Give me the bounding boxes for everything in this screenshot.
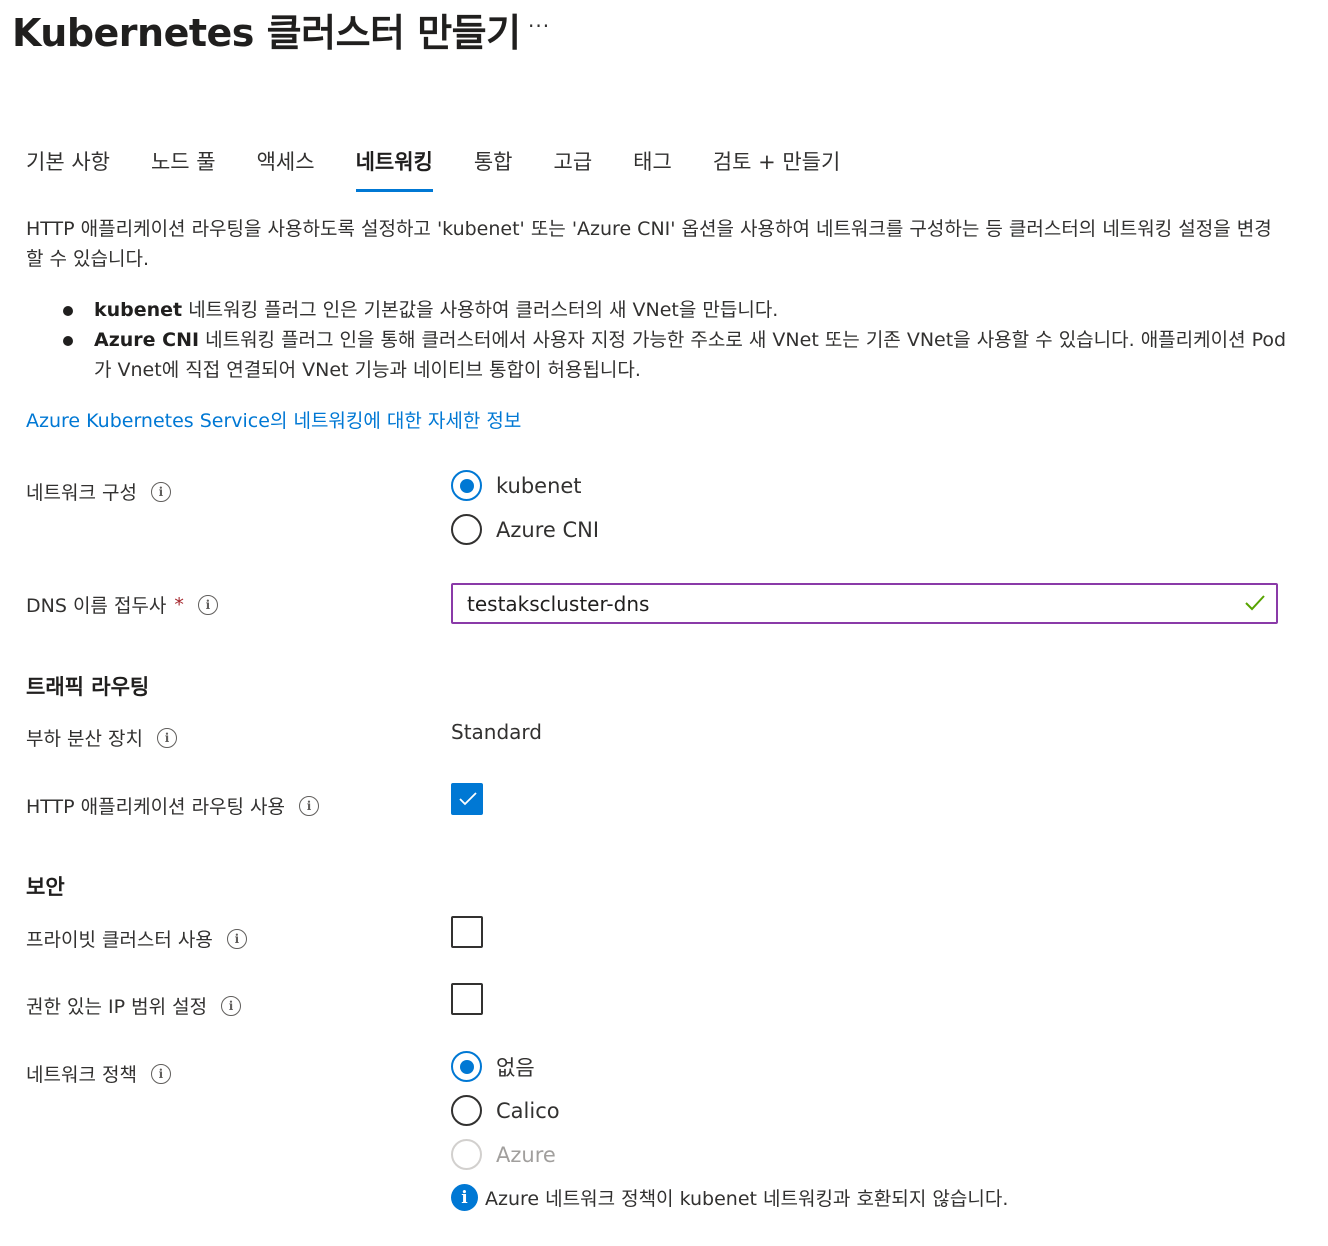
radio-label: Azure CNI [496,517,600,542]
network-config-label: 네트워크 구성 i [26,478,171,505]
bullet-text: 네트워킹 플러그 인은 기본값을 사용하여 클러스터의 새 VNet을 만듭니다… [182,299,779,321]
learn-more-link[interactable]: Azure Kubernetes Service의 네트워킹에 대한 자세한 정… [26,406,521,433]
authorized-ip-label: 권한 있는 IP 범위 설정 i [26,992,242,1019]
notice-text: Azure 네트워크 정책이 kubenet 네트워킹과 호환되지 않습니다. [485,1188,1009,1210]
radio-button[interactable] [451,514,482,545]
tab-bar: 기본 사항 노드 풀 액세스 네트워킹 통합 고급 태그 검토 + 만들기 [26,146,881,192]
network-policy-label-text: 네트워크 정책 [26,1064,137,1086]
dns-prefix-label: DNS 이름 접두사 * i [26,591,218,618]
checkmark-icon [459,792,477,806]
tab-networking[interactable]: 네트워킹 [355,146,434,192]
radio-button[interactable] [451,470,482,501]
radio-label: 없음 [496,1055,535,1080]
private-cluster-label-text: 프라이빗 클러스터 사용 [26,929,213,951]
radio-policy-azure: Azure [451,1139,556,1170]
radio-label: Calico [496,1098,560,1123]
bullet-text: 네트워킹 플러그 인을 통해 클러스터에서 사용자 지정 가능한 주소로 새 V… [94,329,1287,381]
tab-advanced[interactable]: 고급 [554,146,593,192]
network-policy-label: 네트워크 정책 i [26,1060,171,1087]
load-balancer-label: 부하 분산 장치 i [26,724,177,751]
authorized-ip-label-text: 권한 있는 IP 범위 설정 [26,996,208,1018]
network-config-label-text: 네트워크 구성 [26,482,137,504]
radio-button [451,1139,482,1170]
tab-tags[interactable]: 태그 [633,146,672,192]
info-icon[interactable]: i [156,727,177,748]
radio-button[interactable] [451,1095,482,1126]
tab-basics[interactable]: 기본 사항 [26,146,110,192]
radio-label: kubenet [496,473,582,498]
radio-policy-calico[interactable]: Calico [451,1095,560,1126]
more-options-button[interactable]: ··· [528,14,550,38]
radio-label: Azure [496,1142,556,1167]
traffic-routing-heading: 트래픽 라우팅 [26,675,150,699]
http-routing-label: HTTP 애플리케이션 라우팅 사용 i [26,792,320,819]
networking-description: HTTP 애플리케이션 라우팅을 사용하도록 설정하고 'kubenet' 또는… [26,218,1272,270]
radio-azure-cni[interactable]: Azure CNI [451,514,599,545]
radio-kubenet[interactable]: kubenet [451,470,582,501]
tab-review-create[interactable]: 검토 + 만들기 [713,146,841,192]
policy-compat-notice: i Azure 네트워크 정책이 kubenet 네트워킹과 호환되지 않습니다… [451,1184,1008,1211]
radio-button[interactable] [451,1051,482,1082]
page-title: Kubernetes 클러스터 만들기 [12,11,521,55]
private-cluster-label: 프라이빗 클러스터 사용 i [26,925,247,952]
load-balancer-label-text: 부하 분산 장치 [26,728,143,750]
plugin-bullet-list: kubenet 네트워킹 플러그 인은 기본값을 사용하여 클러스터의 새 VN… [58,295,1288,385]
info-icon[interactable]: i [150,1063,171,1084]
info-filled-icon: i [451,1184,478,1211]
info-icon[interactable]: i [197,594,218,615]
bullet-term: kubenet [94,299,183,321]
tab-integrations[interactable]: 통합 [474,146,513,192]
http-routing-checkbox[interactable] [451,783,483,815]
required-marker: * [174,593,184,616]
radio-policy-none[interactable]: 없음 [451,1051,535,1082]
bullet-term: Azure CNI [94,329,200,351]
private-cluster-checkbox[interactable] [451,916,483,948]
info-icon[interactable]: i [221,995,242,1016]
info-icon[interactable]: i [150,481,171,502]
bullet-azure-cni: Azure CNI 네트워킹 플러그 인을 통해 클러스터에서 사용자 지정 가… [58,325,1288,385]
info-icon[interactable]: i [226,928,247,949]
tab-node-pools[interactable]: 노드 풀 [151,146,216,192]
dns-prefix-label-text: DNS 이름 접두사 [26,595,167,617]
tab-access[interactable]: 액세스 [257,146,315,192]
dns-prefix-input[interactable] [451,583,1278,624]
security-heading: 보안 [26,875,65,899]
bullet-kubenet: kubenet 네트워킹 플러그 인은 기본값을 사용하여 클러스터의 새 VN… [58,295,1288,325]
checkmark-icon [1245,595,1265,611]
load-balancer-value: Standard [451,720,542,744]
http-routing-label-text: HTTP 애플리케이션 라우팅 사용 [26,796,286,818]
info-icon[interactable]: i [299,795,320,816]
authorized-ip-checkbox[interactable] [451,983,483,1015]
